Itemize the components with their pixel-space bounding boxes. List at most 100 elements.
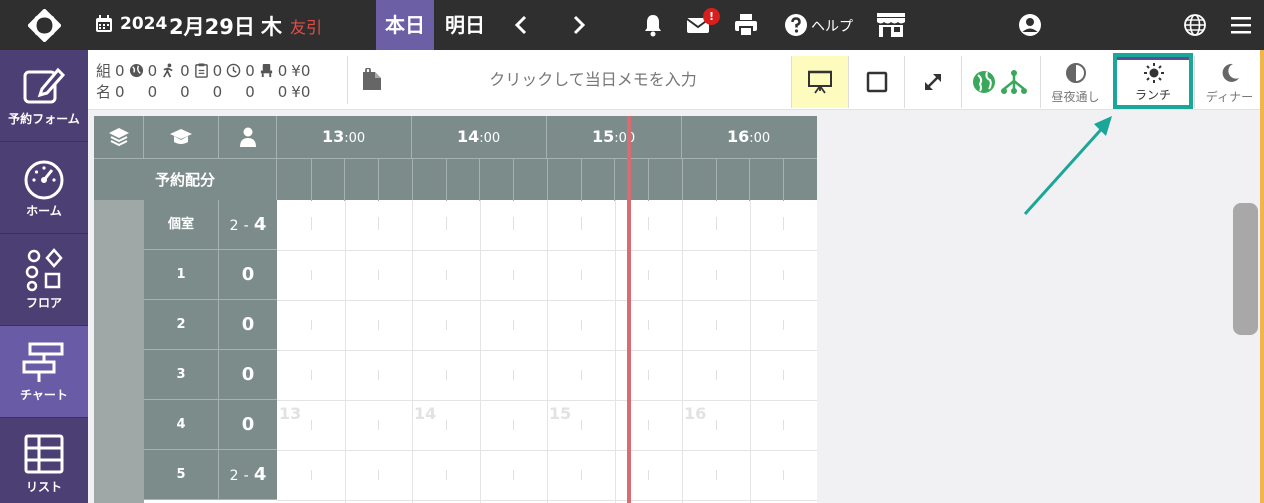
vertical-scrollbar[interactable] [1233, 203, 1258, 335]
bell-icon[interactable] [641, 13, 665, 37]
group-column [94, 200, 144, 503]
hour-label: 14:00 [457, 127, 501, 146]
allocation-label[interactable]: 予約配分 [94, 159, 277, 201]
table-row-label[interactable]: 4 [144, 400, 219, 450]
sidebar-item-reservation-form[interactable]: 予約フォーム [0, 50, 88, 141]
half-circle-icon [1065, 63, 1086, 83]
expand-button[interactable] [904, 56, 961, 108]
store-icon[interactable] [876, 12, 906, 38]
mode-all-day-button[interactable]: 昼夜通し [1040, 56, 1110, 108]
globe-icon[interactable] [1183, 13, 1207, 37]
stats-people-label: 名 [96, 83, 112, 101]
layers-button[interactable] [94, 116, 144, 158]
network-view-button[interactable] [961, 56, 1039, 108]
stats-walkin-people: 0 [180, 82, 190, 101]
table-row-label[interactable]: 3 [144, 350, 219, 400]
hour-watermark: 13 [279, 404, 302, 423]
speedometer-icon [24, 160, 64, 200]
edit-icon [23, 67, 66, 104]
app-logo-icon[interactable] [28, 9, 61, 42]
reservation-chart: 13:00 14:00 15:00 16:00 予約配分 個室 2 - 4 1 … [94, 116, 817, 503]
stats-seat-people: 0 [277, 82, 288, 101]
walk-in-icon [163, 62, 173, 77]
layers-icon [108, 128, 129, 147]
stats-clipboard-count: 0 [212, 61, 223, 80]
presentation-icon [808, 70, 832, 94]
today-button[interactable]: 本日 [376, 0, 434, 50]
table-row-label[interactable]: 1 [144, 250, 219, 300]
mode-dinner-label: ディナー [1205, 90, 1254, 104]
sidebar-item-chart[interactable]: チャート [0, 326, 88, 417]
chevron-left-icon[interactable] [510, 13, 534, 37]
table-row-label[interactable]: 2 [144, 300, 219, 350]
mode-lunch-label: ランチ [1134, 88, 1171, 102]
table-row-label[interactable]: 個室 [144, 200, 219, 250]
stats-groups-count: 0 [115, 61, 125, 80]
hamburger-menu-icon[interactable] [1229, 13, 1253, 37]
tomorrow-button[interactable]: 明日 [441, 0, 489, 50]
mail-badge: ! [703, 8, 720, 25]
hour-watermark: 14 [414, 404, 437, 423]
table-row-capacity: 0 [219, 350, 277, 400]
sidebar-item-home[interactable]: ホーム [0, 142, 88, 233]
mode-all-day-label: 昼夜通し [1051, 90, 1100, 104]
sidebar-item-label: 予約フォーム [8, 112, 80, 126]
reservation-stats: 組 0 0 0 0 0 0 ¥0 名 0 0 0 0 0 0 ¥0 [94, 60, 312, 102]
stats-groups-label: 組 [96, 62, 112, 80]
mode-dinner-button[interactable]: ディナー [1194, 56, 1264, 108]
chevron-right-icon[interactable] [566, 13, 590, 37]
stats-clipboard-people: 0 [212, 82, 223, 101]
day-memo-input[interactable]: クリックして当日メモを入力 [388, 50, 798, 110]
memo-icon[interactable] [361, 68, 383, 92]
table-row-capacity: 0 [219, 300, 277, 350]
sun-icon [1144, 63, 1164, 83]
course-button[interactable] [144, 116, 219, 158]
stats-people-count: 0 [115, 82, 125, 101]
calendar-icon[interactable] [95, 15, 113, 33]
toolbar: 組 0 0 0 0 0 0 ¥0 名 0 0 0 0 0 0 ¥0 クリックして… [88, 50, 1264, 110]
sidebar-item-label: リスト [25, 480, 62, 494]
sidebar-item-list[interactable]: リスト [0, 418, 88, 503]
table-row-label[interactable]: 5 [144, 450, 219, 500]
mode-lunch-button[interactable]: ランチ [1113, 53, 1193, 109]
printer-icon[interactable] [734, 13, 758, 37]
annotation-arrow-icon [1023, 116, 1112, 216]
stats-clock-people: 0 [245, 82, 255, 101]
table-icon [24, 434, 64, 474]
date-rokuyo: 友引 [290, 18, 323, 37]
date-year[interactable]: 2024 [120, 14, 167, 34]
shapes-icon [25, 248, 63, 292]
user-account-icon[interactable] [1018, 13, 1042, 37]
table-row-capacity: 2 - 4 [219, 200, 277, 250]
table-row-capacity: 0 [219, 250, 277, 300]
stats-seat-count: 0 [277, 61, 288, 80]
globe-icon [129, 63, 143, 77]
graduation-cap-icon [170, 129, 192, 144]
current-time-line [627, 116, 631, 503]
stats-amount: ¥0 [291, 61, 311, 80]
chart-icon [22, 342, 64, 382]
help-icon[interactable] [784, 13, 808, 37]
date-month-day[interactable]: 2月29日 [169, 11, 255, 41]
sidebar: 予約フォーム ホーム フロア チャート リスト [0, 50, 88, 503]
date-weekday[interactable]: 木 [261, 11, 282, 41]
hour-watermark: 15 [549, 404, 572, 423]
help-label[interactable]: ヘルプ [811, 16, 853, 36]
stats-walkin-count: 0 [180, 61, 190, 80]
hour-watermark: 16 [684, 404, 707, 423]
stats-amount-people: ¥0 [291, 82, 311, 101]
person-button[interactable] [219, 116, 277, 158]
table-row-capacity: 0 [219, 400, 277, 450]
chart-subheader: 予約配分 [94, 158, 817, 201]
sidebar-item-floor[interactable]: フロア [0, 234, 88, 325]
person-icon [239, 127, 256, 147]
sidebar-item-label: フロア [25, 296, 62, 310]
seat-icon [260, 63, 272, 77]
stats-web-count: 0 [147, 61, 158, 80]
square-icon [866, 71, 887, 93]
presentation-mode-button[interactable] [791, 56, 848, 108]
square-view-button[interactable] [848, 56, 904, 108]
schedule-grid[interactable] [277, 200, 817, 503]
sidebar-item-label: チャート [20, 388, 68, 402]
expand-icon [925, 74, 941, 90]
